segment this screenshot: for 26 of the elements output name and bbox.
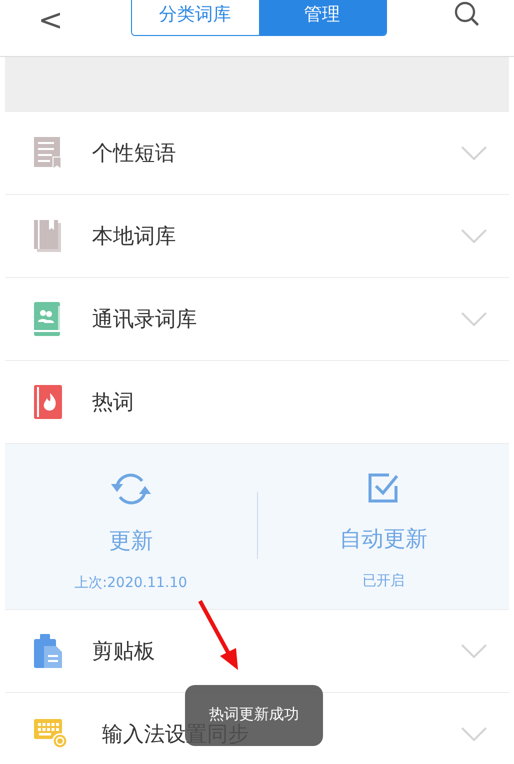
- list-row[interactable]: 通讯录词库: [5, 278, 509, 361]
- action-note: 上次:2020.11.10: [74, 574, 188, 592]
- row-label: 剪贴板: [92, 638, 156, 665]
- search-icon[interactable]: [454, 1, 480, 27]
- contacts-icon: [34, 302, 62, 336]
- row-label: 通讯录词库: [92, 306, 198, 333]
- chevron-down-icon[interactable]: [461, 229, 487, 243]
- list-row[interactable]: 本地词库: [5, 195, 509, 278]
- list-row[interactable]: 个性短语: [5, 112, 509, 195]
- chevron-down-icon[interactable]: [461, 146, 487, 160]
- chevron-down-icon[interactable]: [461, 312, 487, 326]
- fire-icon: [34, 385, 62, 419]
- row-label: 本地词库: [92, 223, 177, 250]
- action-note: 已开启: [362, 572, 404, 590]
- chevron-down-icon[interactable]: [461, 727, 487, 741]
- document-icon: [34, 137, 62, 169]
- chevron-down-icon[interactable]: [461, 644, 487, 658]
- book-icon: [34, 220, 62, 252]
- tab[interactable]: 管理: [258, 0, 386, 34]
- row-label: 热词: [92, 389, 135, 416]
- clipboard-icon: [34, 634, 62, 668]
- checkbox-icon: [367, 472, 400, 504]
- back-button[interactable]: <: [38, 6, 64, 36]
- refresh-icon: [110, 472, 151, 506]
- row-label: 个性短语: [92, 140, 177, 167]
- keyboard-sync-icon: [34, 719, 68, 749]
